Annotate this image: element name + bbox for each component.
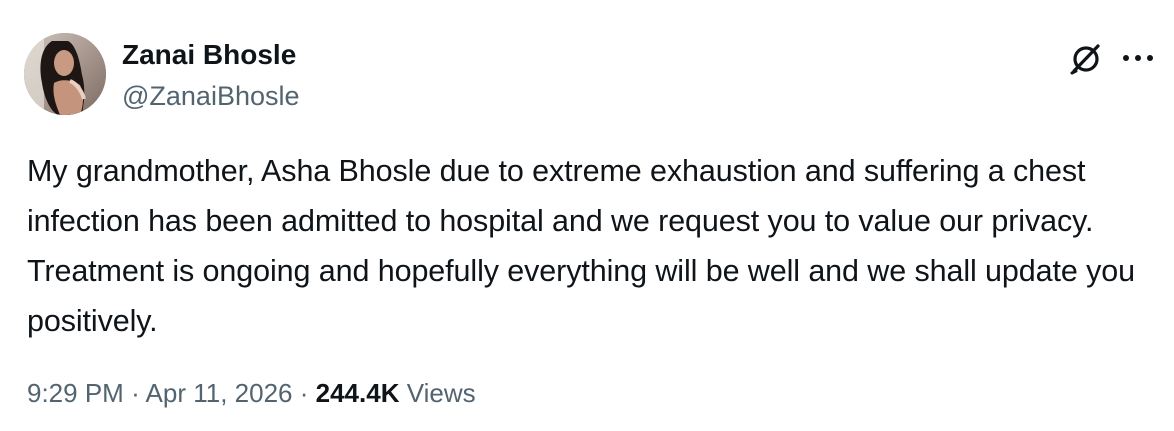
tweet-text: My grandmother, Asha Bhosle due to extre… (27, 154, 1135, 338)
meta-separator: · (131, 378, 140, 408)
grok-icon[interactable] (1068, 40, 1104, 76)
tweet-card: Zanai Bhosle @ZanaiBhosle My grandmother… (0, 0, 1174, 431)
tweet-time[interactable]: 9:29 PM (27, 378, 124, 408)
user-handle[interactable]: @ZanaiBhosle (122, 79, 300, 113)
tweet-date[interactable]: Apr 11, 2026 (146, 378, 293, 408)
tweet-top-actions (1068, 40, 1154, 76)
meta-separator: · (299, 378, 309, 408)
avatar-photo (24, 33, 106, 115)
views-count[interactable]: 244.4K (316, 378, 400, 408)
tweet-metadata: 9:29 PM · Apr 11, 2026 · 244.4K Views (27, 375, 476, 411)
display-name[interactable]: Zanai Bhosle (122, 38, 300, 72)
more-options-icon[interactable] (1122, 52, 1154, 64)
views-label: Views (406, 378, 476, 408)
avatar[interactable] (24, 33, 106, 115)
author-block: Zanai Bhosle @ZanaiBhosle (122, 38, 300, 113)
